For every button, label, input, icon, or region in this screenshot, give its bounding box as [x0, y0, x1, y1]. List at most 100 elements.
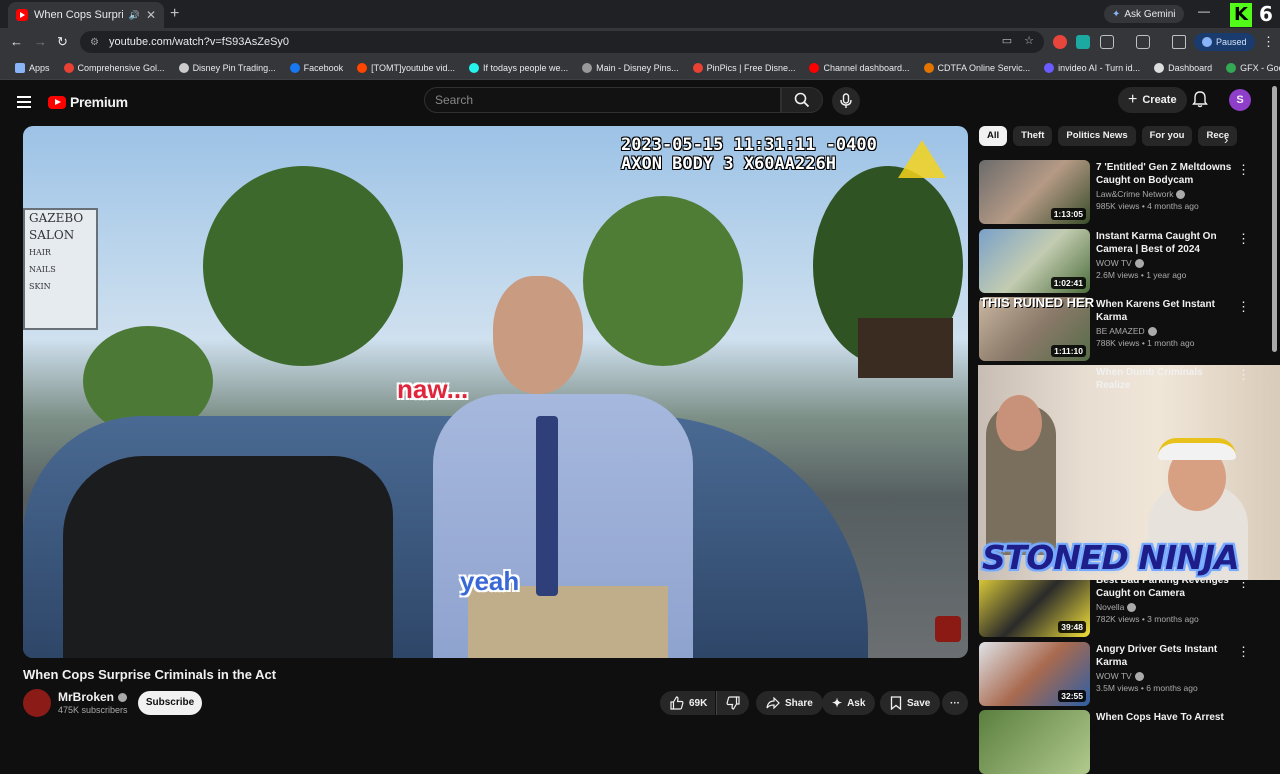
recommendation-channel[interactable]: WOW TV — [1096, 258, 1132, 268]
reload-icon[interactable]: ↻ — [57, 34, 68, 50]
bookmark-favicon-icon — [357, 62, 368, 73]
stoned-ninja-overlay: STONED NINJA — [982, 538, 1240, 577]
recommendation-thumbnail[interactable]: 1:13:05 — [979, 160, 1090, 224]
more-vertical-icon[interactable]: ⋮ — [1237, 162, 1250, 178]
address-toolbar: ← → ↻ ⚙ youtube.com/watch?v=fS93AsZeSy0 … — [0, 28, 1280, 56]
forward-icon[interactable]: → — [34, 34, 47, 49]
recommendation-title[interactable]: Instant Karma Caught On Camera | Best of… — [1096, 230, 1236, 256]
like-button[interactable]: 69K — [660, 691, 716, 715]
browser-menu-icon[interactable]: ⋮ — [1262, 34, 1275, 50]
ask-button[interactable]: ✦ Ask — [822, 691, 876, 715]
recommendation-channel[interactable]: Novella — [1096, 602, 1124, 612]
bookmark-item[interactable]: GFX - Google Drive — [1219, 62, 1280, 73]
filter-chip[interactable]: Theft — [1013, 126, 1053, 146]
bookmark-label: Comprehensive Gol... — [77, 62, 165, 73]
audio-icon[interactable]: 🔊 — [129, 10, 140, 21]
recommendation-item[interactable]: 1:02:41 Instant Karma Caught On Camera | … — [979, 229, 1269, 293]
recommendation-title[interactable]: Angry Driver Gets Instant Karma — [1096, 643, 1236, 669]
bookmark-label: PinPics | Free Disne... — [706, 62, 796, 73]
omnibox-actions: ▭ ☆ — [1002, 34, 1034, 47]
channel-name-row[interactable]: MrBroken — [58, 690, 128, 704]
page-scrollbar[interactable] — [1272, 86, 1277, 352]
recommendation-title[interactable]: When Dumb Criminals Realize — [1096, 366, 1236, 392]
bookmark-item[interactable]: Facebook — [283, 62, 351, 73]
bookmark-item[interactable]: If todays people we... — [462, 62, 575, 73]
channel-avatar[interactable] — [23, 689, 51, 717]
new-tab-icon[interactable]: + — [170, 5, 179, 23]
recommendation-thumbnail[interactable]: 32:55 — [979, 642, 1090, 706]
recommendation-info: When Cops Have To Arrest — [1096, 711, 1236, 724]
back-icon[interactable]: ← — [10, 34, 23, 49]
search-input[interactable]: Search — [424, 87, 781, 113]
create-button[interactable]: + Create — [1118, 87, 1187, 113]
profile-paused-button[interactable]: Paused — [1194, 33, 1255, 51]
dislike-button[interactable] — [716, 691, 749, 715]
chevron-right-icon[interactable]: › — [1224, 132, 1228, 147]
ask-gemini-button[interactable]: ✦ Ask Gemini — [1104, 5, 1184, 23]
bookmark-item[interactable]: Channel dashboard... — [802, 62, 916, 73]
recommendation-thumbnail[interactable]: 1:02:41 — [979, 229, 1090, 293]
recommendation-title[interactable]: When Cops Have To Arrest — [1096, 711, 1236, 724]
bookmark-item[interactable]: Comprehensive Gol... — [57, 62, 172, 73]
recommendation-channel[interactable]: WOW TV — [1096, 671, 1132, 681]
extensions-puzzle-icon[interactable] — [1100, 35, 1114, 49]
cast-icon[interactable]: ▭ — [1002, 34, 1012, 47]
filter-chip[interactable]: Politics News — [1058, 126, 1136, 146]
bookmark-item[interactable]: PinPics | Free Disne... — [686, 62, 803, 73]
bookmark-star-icon[interactable]: ☆ — [1024, 34, 1034, 47]
browser-tab-strip: When Cops Surprise Criminals in the Act … — [0, 0, 1280, 28]
channel-watermark-icon[interactable] — [935, 616, 961, 642]
minimize-icon[interactable]: — — [1198, 4, 1210, 18]
recommendation-item[interactable]: 32:55 Angry Driver Gets Instant Karma WOW … — [979, 642, 1269, 706]
verified-icon — [1134, 258, 1144, 268]
bookmark-item[interactable]: Main - Disney Pins... — [575, 62, 686, 73]
recommendation-item[interactable]: 1:13:05 7 'Entitled' Gen Z Meltdowns Caug… — [979, 160, 1269, 224]
bookmark-label: CDTFA Online Servic... — [937, 62, 1031, 73]
more-vertical-icon[interactable]: ⋮ — [1237, 231, 1250, 247]
subscribe-button[interactable]: Subscribe — [138, 691, 202, 715]
filter-chip[interactable]: Rece — [1198, 126, 1238, 146]
bookmark-item[interactable]: Apps — [8, 62, 57, 73]
account-avatar[interactable]: S — [1229, 89, 1251, 111]
share-button[interactable]: Share — [756, 691, 823, 715]
recommendation-title[interactable]: When Karens Get Instant Karma — [1096, 298, 1236, 324]
search-button[interactable] — [781, 87, 823, 113]
browser-tab[interactable]: When Cops Surprise Criminals in the Act … — [8, 2, 164, 28]
extension-red-icon[interactable] — [1053, 35, 1067, 49]
recommendation-channel[interactable]: BE AMAZED — [1096, 326, 1145, 336]
site-info-icon[interactable]: ⚙ — [90, 37, 99, 48]
filter-chip[interactable]: For you — [1141, 126, 1193, 146]
bookmark-label: GFX - Google Drive — [1240, 62, 1280, 73]
bookmark-item[interactable]: Disney Pin Trading... — [172, 62, 283, 73]
save-button[interactable]: Save — [880, 691, 941, 715]
menu-icon[interactable] — [17, 96, 31, 108]
address-bar[interactable]: ⚙ youtube.com/watch?v=fS93AsZeSy0 ▭ ☆ — [80, 31, 1044, 53]
tab-search-icon[interactable] — [1136, 35, 1150, 49]
recommendation-channel[interactable]: Law&Crime Network — [1096, 189, 1173, 199]
reading-list-icon[interactable] — [1172, 35, 1186, 49]
video-player[interactable]: GAZEBO SALON HAIR NAILS SKIN 2023-05-15 … — [23, 126, 968, 658]
notifications-bell-icon[interactable] — [1192, 90, 1208, 108]
close-tab-icon[interactable]: ✕ — [146, 8, 156, 22]
filter-chip[interactable]: All — [979, 126, 1008, 146]
bookmark-item[interactable]: Dashboard — [1147, 62, 1219, 73]
thumbnail-overlay-text: THIS RUINED HER — [980, 295, 1095, 310]
bookmark-item[interactable]: [TOMT]youtube vid... — [350, 62, 462, 73]
recommendation-thumbnail[interactable]: 39:48 — [979, 573, 1090, 637]
more-vertical-icon[interactable]: ⋮ — [1237, 644, 1250, 660]
recommendation-title[interactable]: 7 'Entitled' Gen Z Meltdowns Caught on B… — [1096, 161, 1236, 187]
recommendation-item[interactable]: When Dumb Criminals Realize ⋮ — [979, 365, 1269, 429]
youtube-header: Premium Search + Create S — [0, 80, 1280, 126]
bookmark-item[interactable]: invideo AI - Turn id... — [1037, 62, 1147, 73]
youtube-logo[interactable]: Premium — [48, 94, 128, 110]
more-vertical-icon[interactable]: ⋮ — [1237, 299, 1250, 315]
bookmark-label: Channel dashboard... — [823, 62, 910, 73]
more-actions-button[interactable]: ··· — [942, 691, 968, 715]
more-vertical-icon[interactable]: ⋮ — [1237, 367, 1250, 383]
bookmark-favicon-icon — [1226, 62, 1237, 73]
voice-search-button[interactable] — [832, 87, 860, 115]
extension-teal-icon[interactable] — [1076, 35, 1090, 49]
recommendation-item[interactable]: 39:48 Best Bad Parking Revenges Caught on… — [979, 573, 1269, 637]
channel-name[interactable]: MrBroken — [58, 690, 114, 704]
bookmark-item[interactable]: CDTFA Online Servic... — [917, 62, 1038, 73]
